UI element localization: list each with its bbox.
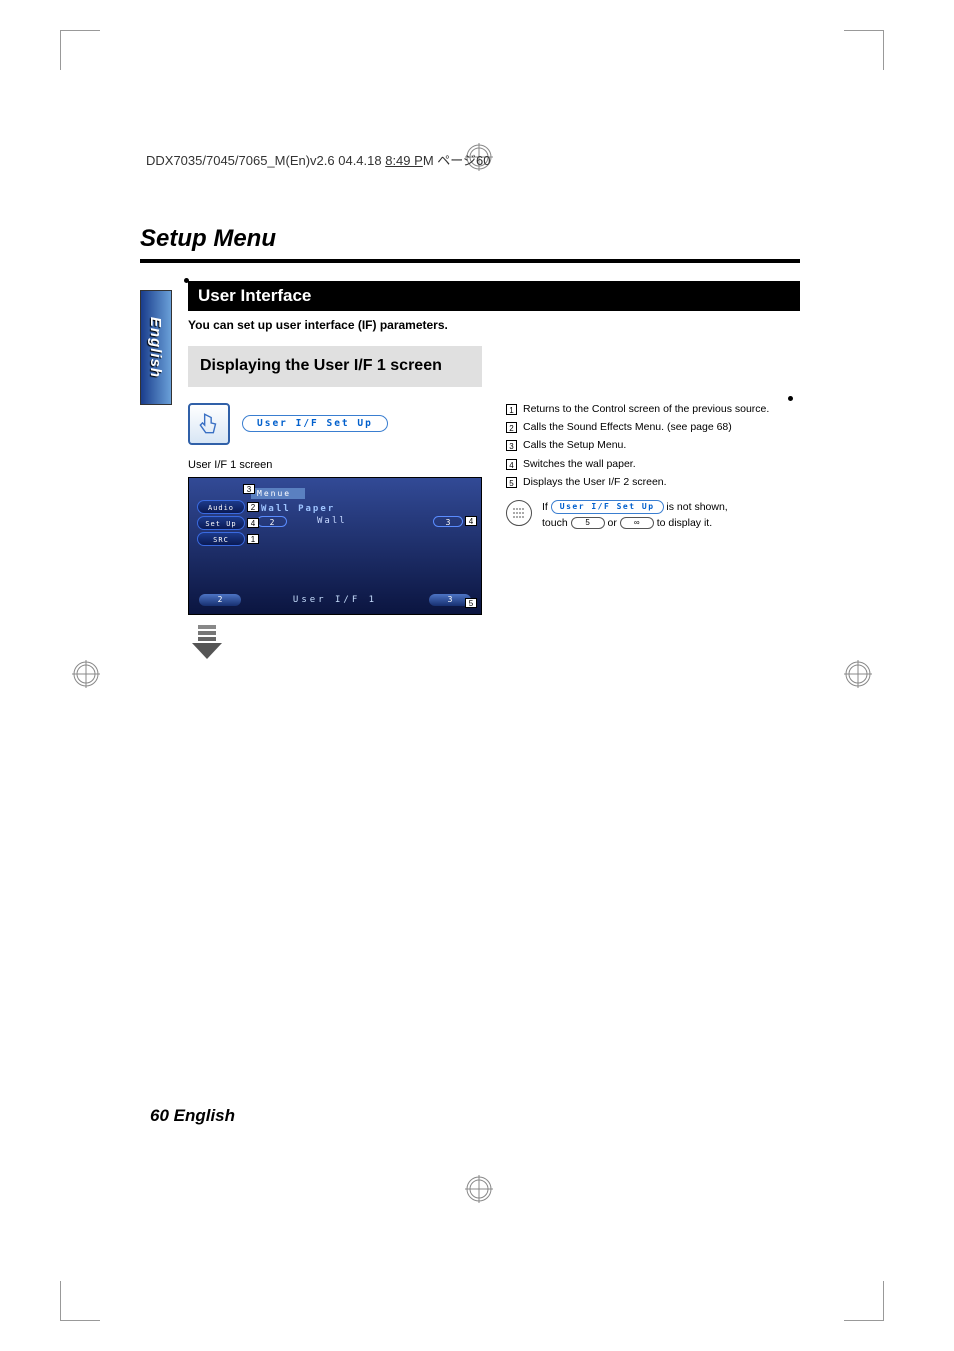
note-or: or (605, 517, 620, 529)
screen-menue-tab: Menue (251, 488, 305, 499)
down-arrow-icon (188, 625, 226, 659)
screen-left-arrow: 2 (257, 516, 287, 527)
definition-item: 4 Switches the wall paper. (506, 457, 800, 472)
note-user-if-setup-pill: User I/F Set Up (551, 500, 664, 514)
step-heading: Displaying the User I/F 1 screen (188, 346, 482, 387)
note-text: If User I/F Set Up is not shown, touch 5… (542, 500, 728, 532)
screen-setup-button: Set Up (197, 516, 245, 530)
definition-item: 5 Displays the User I/F 2 screen. (506, 475, 800, 490)
callout-3: 3 (243, 484, 255, 494)
crop-mark (60, 30, 100, 70)
user-if-1-screen: Menue Audio Set Up SRC Wall Paper 2 Wall… (188, 477, 482, 615)
user-if-setup-pill: User I/F Set Up (242, 415, 388, 432)
definition-list: 1 Returns to the Control screen of the p… (506, 402, 800, 490)
callout-2: 2 (247, 502, 259, 512)
language-tab-label: English (148, 317, 165, 378)
note-icon (506, 500, 532, 526)
definition-number: 3 (506, 440, 517, 451)
definition-text: Calls the Setup Menu. (523, 438, 800, 453)
step-pill-row: User I/F Set Up (188, 403, 482, 445)
definition-text: Displays the User I/F 2 screen. (523, 475, 800, 490)
section-heading: User Interface (188, 281, 800, 311)
print-header-prefix: DDX7035/7045/7065_M(En)v2.6 04.4.18 (146, 153, 385, 168)
callout-5: 5 (465, 598, 477, 608)
definition-item: 1 Returns to the Control screen of the p… (506, 402, 800, 417)
screen-wallpaper-label: Wall Paper (261, 504, 335, 514)
page-title: Setup Menu (140, 225, 800, 263)
screen-caption: User I/F 1 screen (188, 459, 482, 471)
page-footer: 60 English (150, 1106, 235, 1126)
definition-text: Calls the Sound Effects Menu. (see page … (523, 420, 800, 435)
print-header-text: DDX7035/7045/7065_M(En)v2.6 04.4.18 8:49… (146, 150, 490, 169)
callout-1: 1 (247, 534, 259, 544)
crop-mark (844, 1281, 884, 1321)
definition-number: 1 (506, 404, 517, 415)
registration-mark-icon (465, 1175, 493, 1203)
touch-icon (188, 403, 230, 445)
screen-src-button: SRC (197, 532, 245, 546)
section-subheading: You can set up user interface (IF) param… (188, 318, 800, 332)
screen-wallpaper-value: Wall (317, 516, 347, 526)
definition-number: 4 (506, 459, 517, 470)
definition-number: 2 (506, 422, 517, 433)
note-not-shown: is not shown, (664, 501, 728, 513)
screen-bottom-left-arrow: 2 (199, 594, 241, 606)
definition-text: Returns to the Control screen of the pre… (523, 402, 800, 417)
note-if: If (542, 501, 548, 513)
note-touch: touch (542, 517, 571, 529)
note-down-arrow-icon: ∞ (620, 517, 654, 529)
definition-text: Switches the wall paper. (523, 457, 800, 472)
print-header-underlined: 8:49 P (385, 153, 423, 168)
definition-item: 3 Calls the Setup Menu. (506, 438, 800, 453)
language-tab: English (140, 290, 172, 405)
definition-item: 2 Calls the Sound Effects Menu. (see pag… (506, 420, 800, 435)
callout-4-left: 4 (247, 518, 259, 528)
note-up-arrow-icon: 5 (571, 517, 605, 529)
screen-audio-button: Audio (197, 500, 245, 514)
registration-mark-icon (844, 660, 872, 688)
screen-right-arrow: 3 (433, 516, 463, 527)
crop-mark (60, 1281, 100, 1321)
screen-bottom-title: User I/F 1 (249, 595, 421, 605)
note-end: to display it. (654, 517, 712, 529)
callout-4-right: 4 (465, 516, 477, 526)
crop-mark (844, 30, 884, 70)
definition-number: 5 (506, 477, 517, 488)
print-header-suffix: M ページ60 (423, 153, 491, 168)
registration-mark-icon (72, 660, 100, 688)
note-row: If User I/F Set Up is not shown, touch 5… (506, 500, 800, 532)
